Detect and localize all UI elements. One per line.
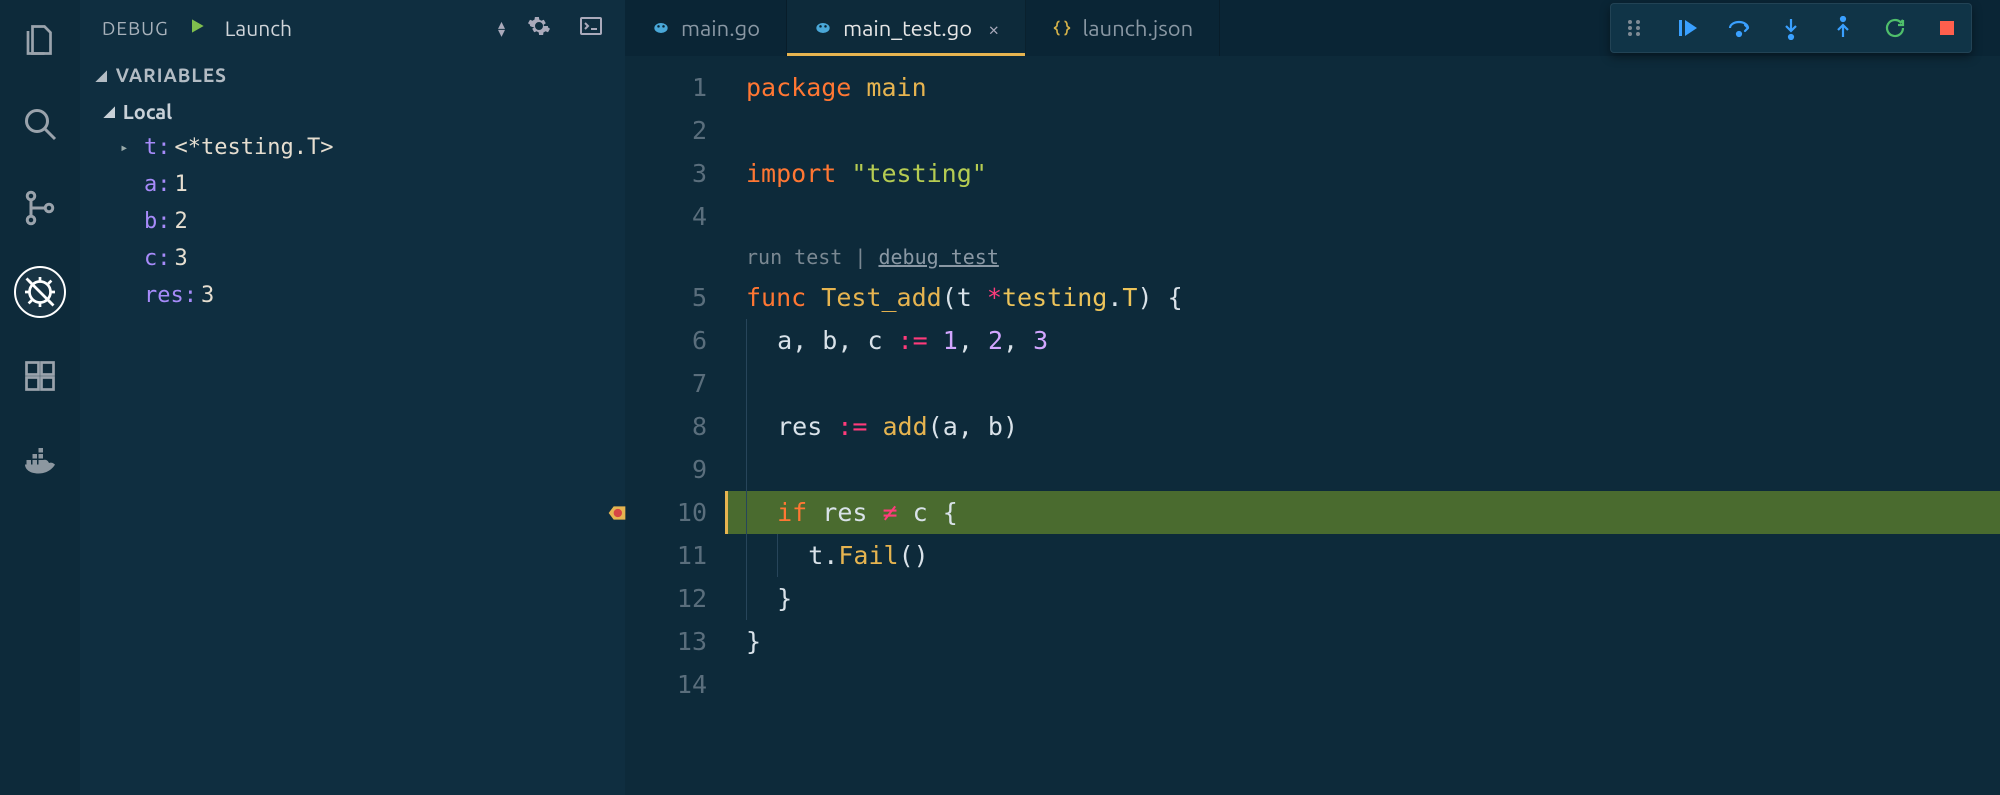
variable-row[interactable]: b: 2 — [120, 203, 625, 240]
code-line-1[interactable]: package main — [725, 66, 2000, 109]
variable-row[interactable]: ▸t: <*testing.T> — [120, 129, 625, 166]
code-line-12[interactable]: } — [725, 577, 2000, 620]
code-line-14[interactable] — [725, 663, 2000, 706]
debug-toolbar: DEBUG Launch ▴▾ — [80, 0, 625, 56]
code-line-9[interactable] — [725, 448, 2000, 491]
debug-restart-icon[interactable] — [1883, 16, 1907, 40]
collapse-icon: ◢ — [104, 103, 115, 120]
debug-start-icon[interactable] — [187, 16, 207, 41]
line-number: 5 — [625, 276, 725, 319]
code-line-8[interactable]: res := add(a, b) — [725, 405, 2000, 448]
codelens: run test | debug test — [725, 238, 2000, 276]
variable-value: 3 — [175, 246, 188, 271]
variable-name: c: — [144, 246, 171, 271]
line-number: 6 — [625, 319, 725, 362]
activity-docker-icon[interactable] — [14, 434, 66, 486]
expand-icon[interactable]: ▸ — [120, 140, 140, 156]
debug-label: DEBUG — [102, 17, 169, 39]
variable-row[interactable]: a: 1 — [120, 166, 625, 203]
line-number — [625, 238, 725, 276]
code-line-10[interactable]: if res ≠ c { — [725, 491, 2000, 534]
variables-scope-header[interactable]: ◢ Local — [80, 96, 625, 129]
tab-close-icon[interactable]: × — [988, 17, 999, 40]
tab-label: main_test.go — [843, 16, 972, 41]
variable-name: res: — [144, 283, 197, 308]
variable-value: 3 — [201, 283, 214, 308]
codelens-debug-test[interactable]: debug test — [878, 245, 998, 269]
debug-stop-icon[interactable] — [1935, 16, 1959, 40]
go-file-icon — [651, 18, 671, 38]
debug-step-into-icon[interactable] — [1779, 16, 1803, 40]
debug-continue-icon[interactable] — [1675, 16, 1699, 40]
json-file-icon — [1052, 18, 1072, 38]
line-number: 9 — [625, 448, 725, 491]
editor-main: main.gomain_test.go×launch.json 12345678… — [625, 0, 2000, 795]
debug-step-over-icon[interactable] — [1727, 16, 1751, 40]
editor[interactable]: 1234567891011121314 package mainimport "… — [625, 56, 2000, 795]
variables-section-header[interactable]: ◢ VARIABLES — [80, 56, 625, 96]
tab-label: main.go — [681, 16, 760, 41]
variable-value: <*testing.T> — [175, 135, 334, 160]
debug-controls-grip-icon[interactable] — [1623, 16, 1647, 40]
activity-explorer-icon[interactable] — [14, 14, 66, 66]
code-line-2[interactable] — [725, 109, 2000, 152]
variable-row[interactable]: res: 3 — [120, 277, 625, 314]
debug-config-select[interactable]: Launch — [225, 16, 484, 40]
debug-config-arrows-icon[interactable]: ▴▾ — [498, 20, 505, 37]
variables-scope-label: Local — [123, 100, 172, 123]
variable-value: 1 — [175, 172, 188, 197]
line-number: 4 — [625, 195, 725, 238]
variable-row[interactable]: c: 3 — [120, 240, 625, 277]
variable-name: a: — [144, 172, 171, 197]
debug-settings-icon[interactable] — [527, 14, 551, 42]
code-line-11[interactable]: t.Fail() — [725, 534, 2000, 577]
variable-name: t: — [144, 135, 171, 160]
editor-gutter: 1234567891011121314 — [625, 56, 725, 795]
activity-search-icon[interactable] — [14, 98, 66, 150]
tab-main-go[interactable]: main.go — [625, 0, 787, 56]
go-file-icon — [813, 18, 833, 38]
line-number: 7 — [625, 362, 725, 405]
activity-bar — [0, 0, 80, 795]
code-line-7[interactable] — [725, 362, 2000, 405]
codelens-separator: | — [842, 245, 878, 269]
tab-label: launch.json — [1082, 16, 1193, 41]
code-line-4[interactable] — [725, 195, 2000, 238]
code-line-3[interactable]: import "testing" — [725, 152, 2000, 195]
line-number: 12 — [625, 577, 725, 620]
activity-extensions-icon[interactable] — [14, 350, 66, 402]
line-number: 3 — [625, 152, 725, 195]
debug-sidebar: DEBUG Launch ▴▾ ◢ VARIABLES ◢ Local ▸t: … — [80, 0, 625, 795]
variables-list: ▸t: <*testing.T>a: 1b: 2c: 3res: 3 — [80, 129, 625, 314]
line-number: 1 — [625, 66, 725, 109]
editor-code-area[interactable]: package main import "testing" run test | d… — [725, 56, 2000, 795]
code-line-13[interactable]: } — [725, 620, 2000, 663]
codelens-run-test[interactable]: run test — [746, 245, 842, 269]
line-number: 8 — [625, 405, 725, 448]
collapse-icon: ◢ — [96, 67, 108, 84]
debug-console-icon[interactable] — [579, 14, 603, 42]
line-number: 10 — [625, 491, 725, 534]
line-number: 13 — [625, 620, 725, 663]
breakpoint-icon[interactable] — [607, 503, 627, 523]
variable-value: 2 — [175, 209, 188, 234]
tab-main_test-go[interactable]: main_test.go × — [787, 0, 1026, 56]
variable-name: b: — [144, 209, 171, 234]
line-number: 2 — [625, 109, 725, 152]
variables-title: VARIABLES — [116, 64, 227, 86]
debug-step-out-icon[interactable] — [1831, 16, 1855, 40]
debug-controls-toolbar — [1610, 3, 1972, 53]
code-line-5[interactable]: func Test_add(t *testing.T) { — [725, 276, 2000, 319]
line-number: 11 — [625, 534, 725, 577]
activity-scm-icon[interactable] — [14, 182, 66, 234]
tab-launch-json[interactable]: launch.json — [1026, 0, 1220, 56]
activity-debug-icon[interactable] — [14, 266, 66, 318]
code-line-6[interactable]: a, b, c := 1, 2, 3 — [725, 319, 2000, 362]
line-number: 14 — [625, 663, 725, 706]
